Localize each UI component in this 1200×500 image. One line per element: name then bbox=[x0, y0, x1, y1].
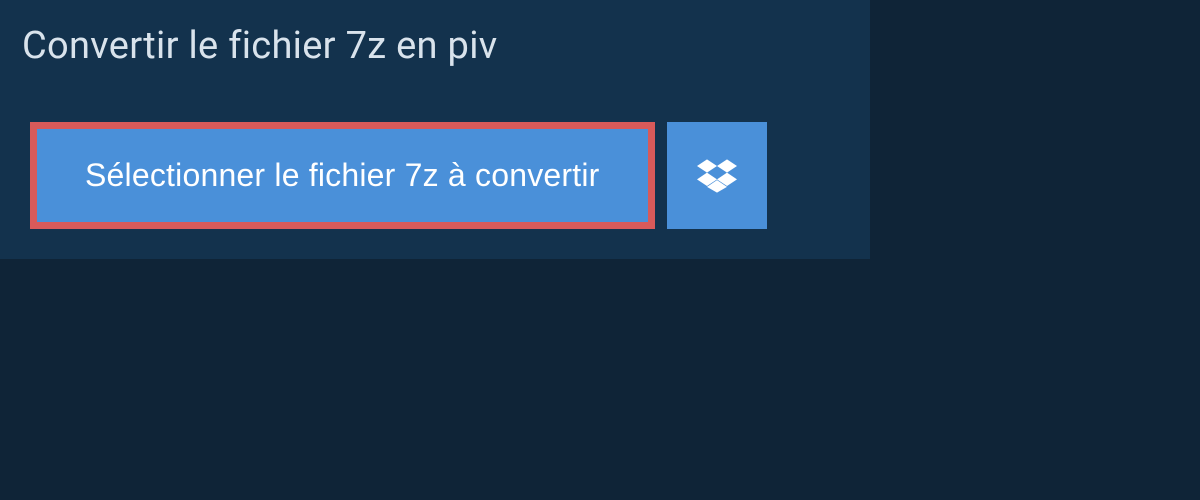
button-row: Sélectionner le fichier 7z à convertir bbox=[0, 92, 870, 229]
dropbox-button[interactable] bbox=[667, 122, 767, 229]
heading-wrapper: Convertir le fichier 7z en piv bbox=[0, 0, 527, 92]
converter-panel: Convertir le fichier 7z en piv Sélection… bbox=[0, 0, 870, 259]
select-file-button[interactable]: Sélectionner le fichier 7z à convertir bbox=[30, 122, 655, 229]
page-title: Convertir le fichier 7z en piv bbox=[22, 24, 497, 68]
select-file-label: Sélectionner le fichier 7z à convertir bbox=[85, 157, 600, 194]
dropbox-icon bbox=[697, 156, 737, 196]
